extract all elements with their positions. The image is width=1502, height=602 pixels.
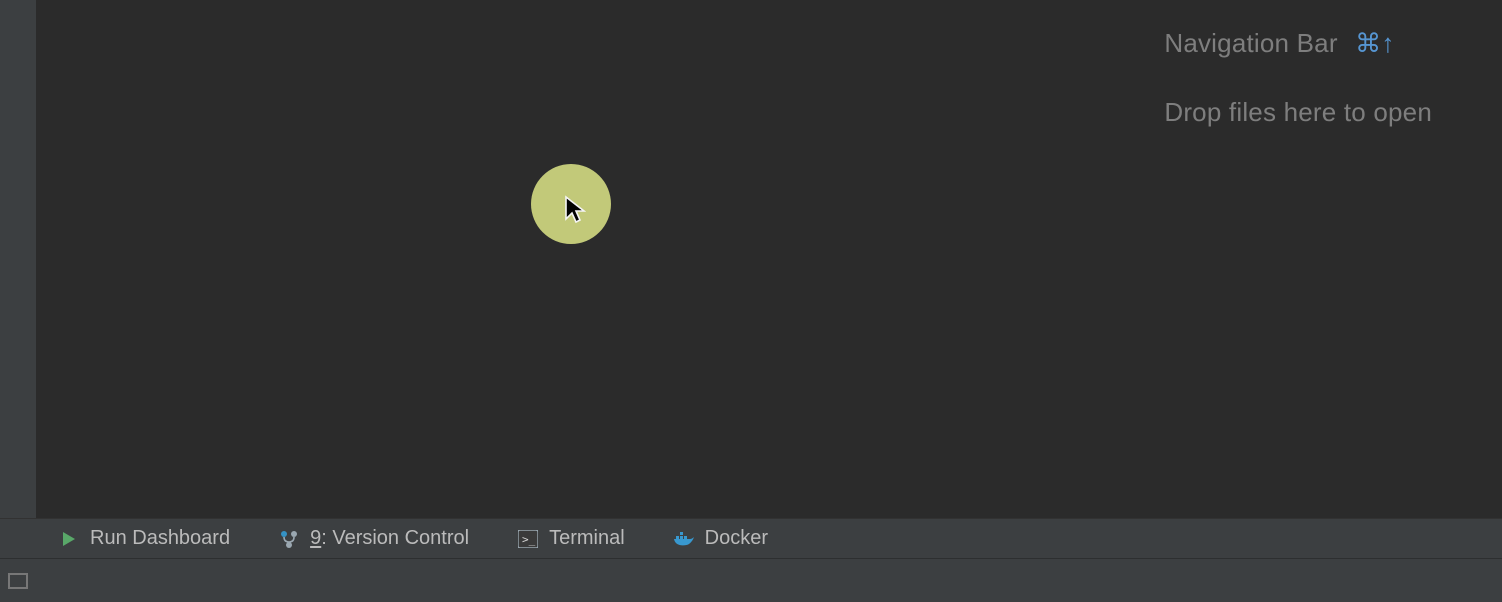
cursor-arrow-icon bbox=[564, 195, 586, 225]
status-bar bbox=[0, 558, 1502, 602]
navigation-bar-hint-text: Navigation Bar bbox=[1164, 28, 1337, 58]
ide-window: Navigation Bar ⌘↑ Drop files here to ope… bbox=[0, 0, 1502, 602]
empty-editor-area[interactable]: Navigation Bar ⌘↑ Drop files here to ope… bbox=[36, 0, 1502, 518]
click-highlight-indicator bbox=[531, 164, 611, 244]
version-control-tool-button[interactable]: 9: Version Control bbox=[278, 527, 469, 550]
run-dashboard-tool-button[interactable]: Run Dashboard bbox=[58, 527, 230, 550]
docker-label: Docker bbox=[705, 527, 768, 550]
terminal-label: Terminal bbox=[549, 527, 625, 550]
bottom-toolwindow-bar: Run Dashboard 9: Version Control >_ bbox=[0, 518, 1502, 558]
terminal-icon: >_ bbox=[517, 528, 539, 550]
version-control-label: 9: Version Control bbox=[310, 527, 469, 550]
navigation-bar-shortcut: ⌘↑ bbox=[1355, 28, 1394, 58]
svg-text:>_: >_ bbox=[522, 533, 536, 546]
left-tool-gutter[interactable] bbox=[0, 0, 36, 518]
editor-hints: Navigation Bar ⌘↑ Drop files here to ope… bbox=[1164, 28, 1432, 166]
docker-tool-button[interactable]: Docker bbox=[673, 527, 768, 550]
drop-files-hint: Drop files here to open bbox=[1164, 97, 1432, 128]
play-icon bbox=[58, 528, 80, 550]
terminal-tool-button[interactable]: >_ Terminal bbox=[517, 527, 625, 550]
version-control-mnemonic: 9 bbox=[310, 527, 321, 549]
navigation-bar-hint[interactable]: Navigation Bar ⌘↑ bbox=[1164, 28, 1432, 59]
run-dashboard-label: Run Dashboard bbox=[90, 527, 230, 550]
status-rect-icon[interactable] bbox=[8, 573, 28, 589]
branch-icon bbox=[278, 528, 300, 550]
upper-region: Navigation Bar ⌘↑ Drop files here to ope… bbox=[0, 0, 1502, 518]
docker-icon bbox=[673, 528, 695, 550]
